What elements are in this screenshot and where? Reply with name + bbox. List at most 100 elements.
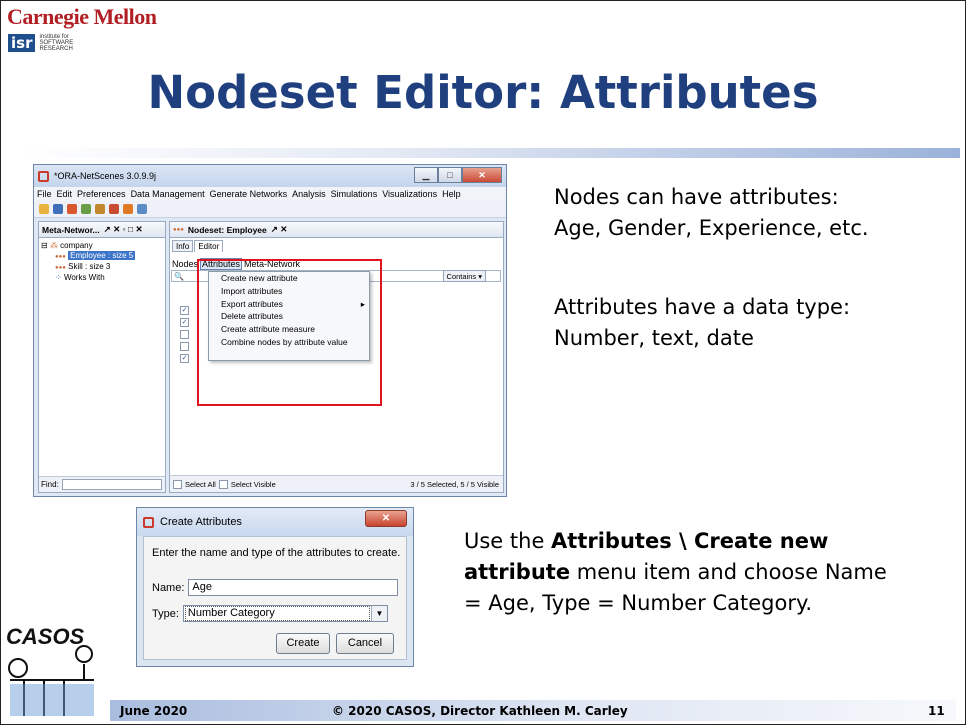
create-button[interactable]: Create (276, 633, 330, 654)
instruction-pre: Use the (464, 529, 552, 553)
minimize-button[interactable]: ▁ (414, 167, 438, 183)
type-row: Type: Number Category ▼ (152, 605, 388, 622)
pane-controls-icon[interactable]: ↗ ✕ ▫ □ ✕ (104, 224, 143, 235)
find-bar: Find: (39, 476, 165, 492)
tree-item-company[interactable]: ⊟ ⁂ company (41, 241, 163, 251)
ora-app-icon (38, 170, 49, 182)
text-line: Nodes can have attributes: (554, 185, 839, 209)
tree-item-works-with[interactable]: ⁘ Works With (41, 273, 163, 283)
casos-logo-text: CASOS (6, 624, 85, 649)
menu-simulations[interactable]: Simulations (331, 189, 378, 199)
select-visible-label: Select Visible (230, 479, 276, 489)
select-all-label: Select All (185, 479, 216, 489)
contains-select[interactable]: Contains ▾ (442, 270, 486, 282)
editor-status-bar: Select All Select Visible 3 / 5 Selected… (170, 475, 503, 492)
menu-visualizations[interactable]: Visualizations (382, 189, 437, 199)
dialog-title: Create Attributes (160, 516, 242, 528)
tab-editor[interactable]: Editor (194, 240, 224, 252)
tab-info[interactable]: Info (172, 240, 194, 252)
isr-mark: isr (8, 34, 36, 52)
nodeset-icon: ●●● (173, 226, 184, 233)
people-tool-icon[interactable] (95, 204, 105, 214)
title-divider (20, 148, 960, 158)
text-attributes-intro: Nodes can have attributes: Age, Gender, … (554, 182, 869, 244)
menu-analysis[interactable]: Analysis (292, 189, 326, 199)
cancel-button[interactable]: Cancel (336, 633, 394, 654)
layout-tool-icon[interactable] (137, 204, 147, 214)
selection-status: 3 / 5 Selected, 5 / 5 Visible (410, 479, 499, 489)
name-label: Name: (152, 581, 185, 594)
cmu-logo: Carnegie Mellon (7, 4, 157, 29)
node-checkbox[interactable] (180, 330, 189, 339)
name-row: Name: Age (152, 579, 399, 596)
menu-preferences[interactable]: Preferences (77, 189, 126, 199)
dialog-close-button[interactable]: ✕ (365, 510, 407, 527)
tree-root-label: company (60, 241, 93, 250)
chevron-down-icon[interactable]: ▼ (370, 606, 387, 621)
text-data-type: Attributes have a data type: Number, tex… (554, 292, 850, 354)
node-checkbox[interactable]: ✓ (180, 306, 189, 315)
tree-item-employee-label: Employee : size 5 (68, 251, 136, 260)
dialog-body: Enter the name and type of the attribute… (143, 536, 407, 660)
highlight-box (197, 259, 382, 406)
search-icon: 🔍 (174, 272, 184, 281)
save-tool-icon[interactable] (53, 204, 63, 214)
casos-logo: CASOS (6, 624, 94, 716)
text-instructions: Use the Attributes \ Create new attribut… (464, 526, 904, 619)
text-line: Attributes have a data type: (554, 295, 851, 319)
menu-generate-networks[interactable]: Generate Networks (210, 189, 288, 199)
menu-data-management[interactable]: Data Management (131, 189, 205, 199)
nodeset-tab[interactable]: ●●● Nodeset: Employee ↗ ✕ (170, 222, 503, 238)
network-icon: ⁂ (49, 241, 58, 250)
node-checkbox[interactable] (180, 342, 189, 351)
tree-item-works-with-label: Works With (63, 273, 105, 282)
text-line: Age, Gender, Experience, etc. (554, 216, 869, 240)
page-number: 11 (928, 704, 945, 718)
visualize-tool-icon[interactable] (123, 204, 133, 214)
type-value: Number Category (184, 606, 370, 621)
ora-app-icon (143, 516, 154, 528)
node-checkbox[interactable]: ✓ (180, 318, 189, 327)
tree-item-employee[interactable]: ●●● Employee : size 5 (41, 251, 163, 262)
create-attributes-dialog: Create Attributes ✕ Enter the name and t… (136, 507, 414, 667)
window-controls: ▁ □ ✕ (414, 167, 502, 183)
app-menubar: File Edit Preferences Data Management Ge… (34, 187, 506, 201)
type-select[interactable]: Number Category ▼ (182, 605, 388, 622)
meta-network-tree: ⊟ ⁂ company ●●● Employee : size 5 ●●● Sk… (39, 238, 165, 286)
report-tool-icon[interactable] (109, 204, 119, 214)
slide-title: Nodeset Editor: Attributes (147, 66, 819, 119)
link-icon: ⁘ (55, 273, 62, 282)
find-label: Find: (41, 480, 59, 489)
name-field[interactable]: Age (188, 579, 399, 596)
isr-text: institute for SOFTWARE RESEARCH (39, 34, 73, 52)
nodeset-tab-label: Nodeset: Employee (187, 224, 267, 235)
isr-line-3: RESEARCH (39, 46, 73, 52)
menu-edit[interactable]: Edit (57, 189, 73, 199)
meta-network-tab-label: Meta-Networ... (42, 224, 100, 235)
dialog-prompt: Enter the name and type of the attribute… (152, 547, 401, 559)
editor-subtabs: Info Editor (170, 240, 224, 252)
nodeset-icon: ●●● (55, 254, 66, 260)
app-toolbar (34, 201, 506, 218)
maximize-button[interactable]: □ (438, 167, 462, 183)
footer-copyright: © 2020 CASOS, Director Kathleen M. Carle… (332, 704, 628, 718)
select-visible-checkbox[interactable] (218, 479, 228, 489)
find-input[interactable] (61, 479, 162, 490)
app-title: *ORA-NetScenes 3.0.9.9j (54, 171, 157, 181)
node-checkbox[interactable]: ✓ (180, 354, 189, 363)
network-tool-icon[interactable] (67, 204, 77, 214)
close-button[interactable]: ✕ (462, 167, 502, 183)
type-label: Type: (152, 607, 179, 620)
text-line: Number, text, date (554, 326, 754, 350)
menu-help[interactable]: Help (442, 189, 461, 199)
contains-label: Contains (446, 272, 477, 281)
meta-network-tab[interactable]: Meta-Networ... ↗ ✕ ▫ □ ✕ (39, 222, 165, 238)
grid-tool-icon[interactable] (81, 204, 91, 214)
footer-date: June 2020 (120, 704, 188, 718)
tree-item-skill[interactable]: ●●● Skill : size 3 (41, 262, 163, 273)
search-tool-icon[interactable] (39, 204, 49, 214)
select-all-checkbox[interactable] (173, 479, 182, 489)
tab-close-icon[interactable]: ↗ ✕ (271, 224, 288, 235)
menu-file[interactable]: File (37, 189, 52, 199)
menu-nodes[interactable]: Nodes (172, 259, 198, 269)
